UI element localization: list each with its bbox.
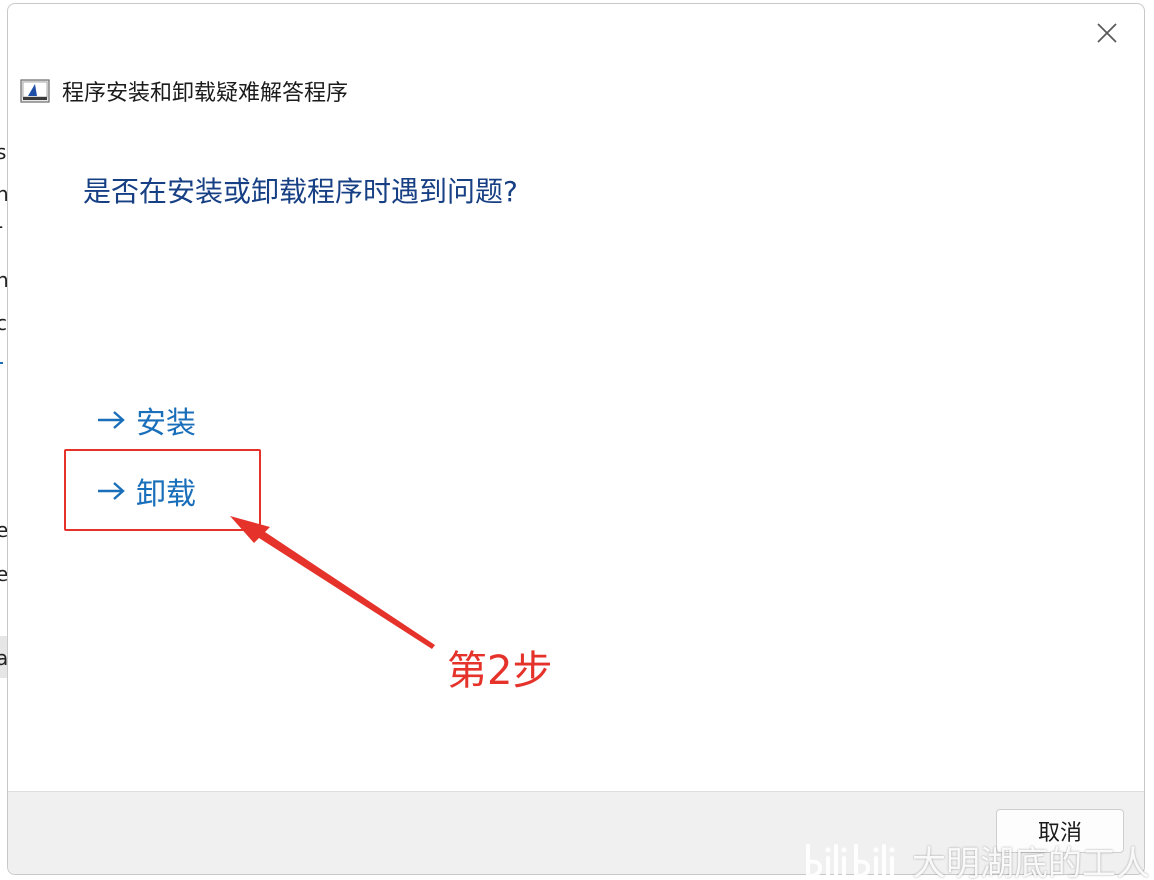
question-heading: 是否在安装或卸载程序时遇到问题? (83, 175, 518, 208)
close-button[interactable] (1092, 18, 1122, 48)
screen: s n - n c e e a 程序安装和卸载疑难解答程序 是否在安装或卸 (0, 0, 1154, 880)
cancel-button[interactable]: 取消 (996, 809, 1124, 853)
dialog-footer: 取消 (8, 791, 1144, 874)
troubleshooter-app-icon (20, 79, 50, 103)
arrow-right-icon (98, 411, 125, 429)
troubleshooter-dialog: 程序安装和卸载疑难解答程序 是否在安装或卸载程序时遇到问题? 安装 卸载 第2步… (7, 3, 1145, 875)
background-text-fragment: s (0, 140, 7, 164)
dialog-title: 程序安装和卸载疑难解答程序 (62, 81, 349, 106)
annotation-step-label: 第2步 (447, 648, 553, 694)
uninstall-option[interactable]: 卸载 (94, 469, 196, 513)
arrow-right-icon (98, 482, 125, 500)
install-option[interactable]: 安装 (94, 398, 196, 442)
background-link-tick (0, 362, 3, 364)
background-text-fragment: - (0, 214, 3, 238)
background-text-fragment: c (0, 311, 7, 335)
uninstall-option-label: 卸载 (136, 477, 196, 512)
install-option-label: 安装 (136, 406, 196, 441)
dialog-title-bar: 程序安装和卸载疑难解答程序 (20, 76, 348, 106)
close-icon (1097, 23, 1117, 43)
